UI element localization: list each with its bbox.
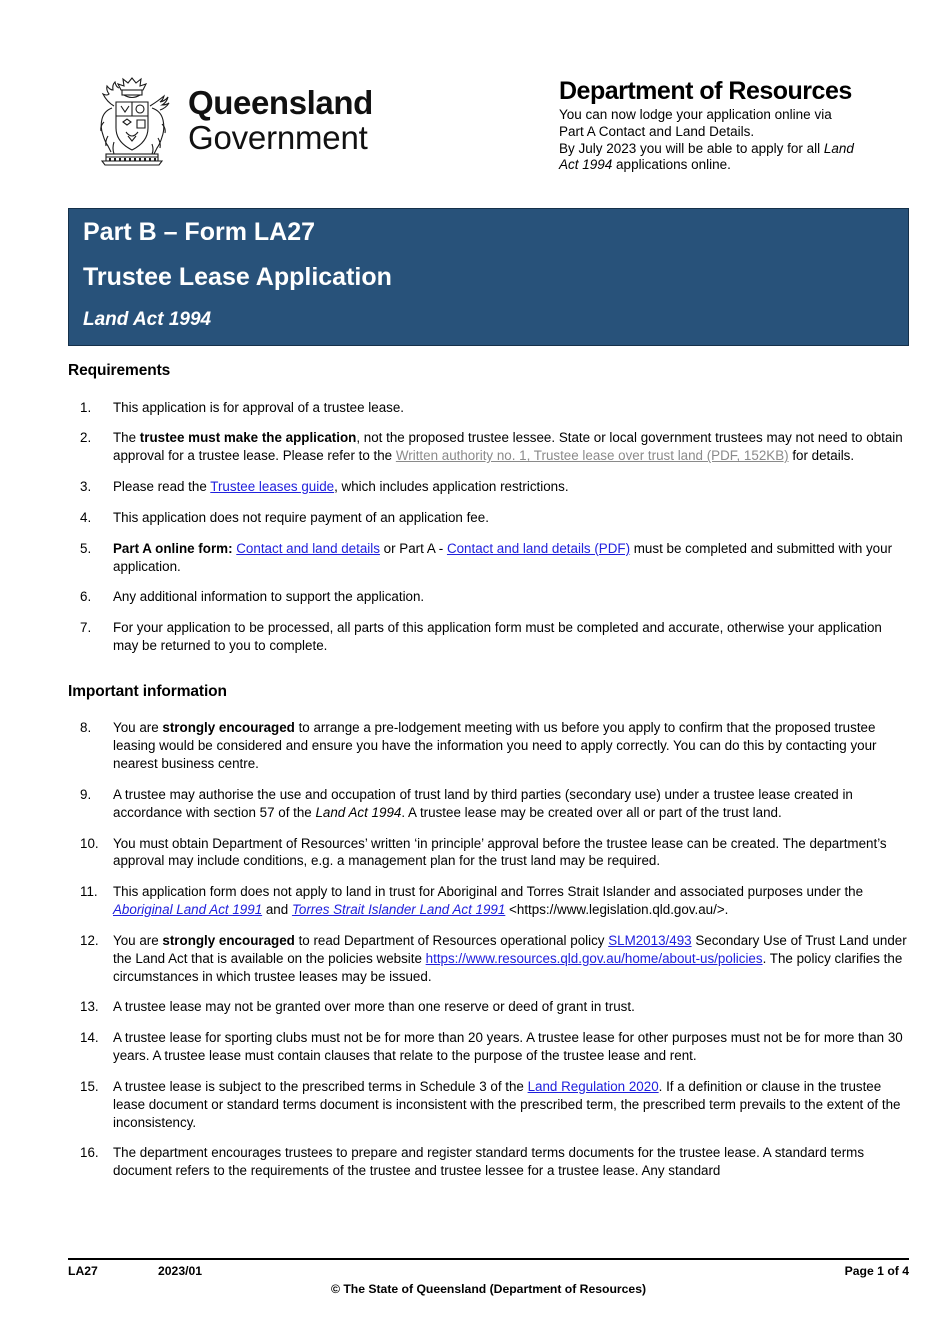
list-item-number: 4. bbox=[80, 509, 92, 525]
list-item-number: 2. bbox=[80, 430, 92, 446]
inline-link[interactable]: Torres Strait Islander Land Act 1991 bbox=[292, 902, 505, 917]
body-text: <https://www.legislation.qld.gov.au/>. bbox=[505, 902, 729, 918]
list-item-number: 15. bbox=[80, 1078, 99, 1094]
department-title: Department of Resources bbox=[559, 77, 852, 105]
body-text: to read Department of Resources operatio… bbox=[294, 932, 609, 948]
list-item-number: 10. bbox=[80, 835, 99, 851]
bold-text: Part A online form: bbox=[113, 540, 233, 556]
body-text: A trustee lease is subject to the prescr… bbox=[113, 1078, 528, 1094]
body-text: and bbox=[262, 902, 292, 918]
list-item: 1. This application is for approval of a … bbox=[68, 399, 909, 417]
banner-act-name: Land Act 1994 bbox=[83, 309, 212, 330]
list-item: 11. This application form does not apply … bbox=[68, 883, 909, 919]
list-item-number: 9. bbox=[80, 786, 92, 802]
body-text: You are bbox=[113, 932, 163, 948]
banner-form-name: Trustee Lease Application bbox=[83, 263, 392, 291]
department-note-act-1: Land bbox=[823, 140, 854, 156]
list-item: 10. You must obtain Department of Resourc… bbox=[68, 835, 909, 871]
list-item-number: 11. bbox=[80, 884, 98, 900]
inline-link[interactable]: Contact and land details bbox=[236, 541, 380, 556]
document-page: Queensland Government Department of Reso… bbox=[0, 0, 950, 1342]
body-text: The department encourages trustees to pr… bbox=[113, 1145, 865, 1179]
body-text: You are bbox=[113, 720, 163, 736]
list-item-number: 1. bbox=[80, 399, 92, 415]
body-text: For your application to be processed, al… bbox=[113, 620, 882, 654]
list-item: 4. This application does not require paym… bbox=[68, 509, 909, 527]
list-item-number: 5. bbox=[80, 540, 92, 556]
department-note-line1: You can now lodge your application onlin… bbox=[559, 107, 832, 123]
body-text: This application does not require paymen… bbox=[113, 509, 489, 525]
list-item: 12. You are strongly encouraged to read D… bbox=[68, 932, 909, 985]
list-item: 2. The trustee must make the application,… bbox=[68, 429, 909, 465]
body-text: Any additional information to support th… bbox=[113, 589, 425, 605]
department-note-line4: applications online. bbox=[612, 157, 731, 173]
bold-text: strongly encouraged bbox=[162, 932, 295, 948]
list-item-number: 3. bbox=[80, 479, 92, 495]
body-text: A trustee lease may not be granted over … bbox=[113, 999, 635, 1015]
list-item-number: 8. bbox=[80, 720, 92, 736]
queensland-coat-of-arms-icon bbox=[100, 77, 170, 166]
footer-page-number: Page 1 of 4 bbox=[844, 1264, 909, 1278]
inline-link[interactable]: Written authority no. 1, Trustee lease o… bbox=[396, 448, 789, 463]
body-text: or Part A - bbox=[379, 540, 447, 556]
italic-text: Land Act 1994 bbox=[315, 804, 402, 820]
inline-link[interactable]: https://www.resources.qld.gov.au/home/ab… bbox=[426, 951, 763, 966]
document-body: Requirements 1. This application is for a… bbox=[68, 362, 909, 1193]
queensland-government-logo: Queensland Government bbox=[90, 72, 373, 168]
list-item: 9. A trustee may authorise the use and oc… bbox=[68, 786, 909, 822]
inline-link[interactable]: SLM2013/493 bbox=[608, 933, 691, 948]
footer-version-date: 2023/01 bbox=[158, 1264, 203, 1278]
body-text: This application is for approval of a tr… bbox=[113, 399, 405, 415]
queensland-government-wordmark: Queensland Government bbox=[188, 86, 373, 154]
inline-link[interactable]: Land Regulation 2020 bbox=[528, 1079, 659, 1094]
important-information-heading: Important information bbox=[68, 682, 227, 700]
inline-link[interactable]: Aboriginal Land Act 1991 bbox=[113, 902, 262, 917]
wordmark-government: Government bbox=[188, 119, 368, 156]
department-note-line2: Part A Contact and Land Details. bbox=[559, 123, 755, 139]
department-block: Department of Resources You can now lodg… bbox=[559, 78, 909, 174]
list-item: 14. A trustee lease for sporting clubs mu… bbox=[68, 1029, 909, 1065]
requirements-list: 1. This application is for approval of a … bbox=[68, 399, 909, 655]
footer-copyright: © The State of Queensland (Department of… bbox=[330, 1282, 647, 1296]
list-item: 8. You are strongly encouraged to arrange… bbox=[68, 719, 909, 772]
body-text: You must obtain Department of Resources’… bbox=[113, 835, 887, 869]
requirements-heading: Requirements bbox=[68, 362, 171, 379]
important-information-list: 8. You are strongly encouraged to arrange… bbox=[68, 719, 909, 1180]
list-item: 6. Any additional information to support … bbox=[68, 588, 909, 606]
body-text: A trustee lease for sporting clubs must … bbox=[113, 1030, 903, 1064]
list-item: 7. For your application to be processed, … bbox=[68, 619, 909, 655]
page-footer: LA27 2023/01 Page 1 of 4 © The State of … bbox=[68, 1264, 909, 1310]
list-item: 3. Please read the Trustee leases guide, … bbox=[68, 478, 909, 496]
footer-form-code: LA27 bbox=[68, 1264, 98, 1278]
list-item: 16. The department encourages trustees to… bbox=[68, 1144, 909, 1180]
department-note: You can now lodge your application onlin… bbox=[559, 107, 909, 174]
body-text: The bbox=[113, 430, 140, 446]
list-item: 5. Part A online form: Contact and land d… bbox=[68, 540, 909, 576]
wordmark-queensland: Queensland bbox=[188, 84, 373, 121]
list-item: 13. A trustee lease may not be granted ov… bbox=[68, 998, 909, 1016]
list-item-number: 12. bbox=[80, 932, 99, 948]
body-text: Please read the bbox=[113, 479, 211, 495]
department-note-line3: By July 2023 you will be able to apply f… bbox=[559, 140, 824, 156]
body-text: , which includes application restriction… bbox=[334, 479, 569, 495]
list-item-number: 14. bbox=[80, 1030, 99, 1046]
list-item-number: 7. bbox=[80, 620, 92, 636]
footer-divider bbox=[68, 1258, 909, 1260]
body-text: . A trustee lease may be created over al… bbox=[401, 804, 782, 820]
list-item-number: 16. bbox=[80, 1145, 99, 1161]
list-item-number: 6. bbox=[80, 589, 92, 605]
banner-part-form: Part B – Form LA27 bbox=[83, 218, 316, 246]
inline-link[interactable]: Trustee leases guide bbox=[210, 479, 334, 494]
page-header: Queensland Government Department of Reso… bbox=[68, 60, 909, 190]
list-item: 15. A trustee lease is subject to the pre… bbox=[68, 1078, 909, 1131]
body-text: for details. bbox=[788, 448, 855, 464]
form-title-banner: Part B – Form LA27 Trustee Lease Applica… bbox=[68, 208, 909, 346]
bold-text: strongly encouraged bbox=[162, 720, 295, 736]
body-text: This application form does not apply to … bbox=[113, 884, 864, 900]
list-item-number: 13. bbox=[80, 999, 99, 1015]
bold-text: trustee must make the application bbox=[139, 430, 357, 446]
department-note-act-2: Act 1994 bbox=[559, 157, 613, 173]
inline-link[interactable]: Contact and land details (PDF) bbox=[447, 541, 630, 556]
